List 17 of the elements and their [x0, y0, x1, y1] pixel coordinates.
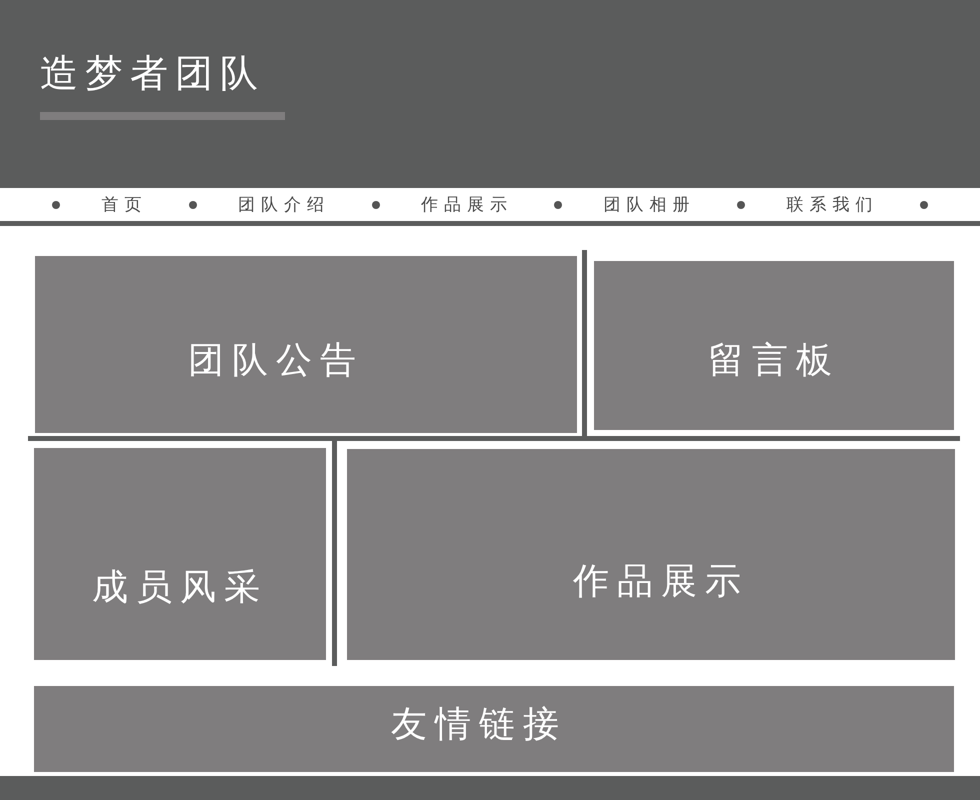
nav-link[interactable]: 作品展示 [420, 194, 513, 216]
nav-link[interactable]: 首页 [101, 194, 148, 216]
bullet-icon [52, 200, 60, 208]
bullet-icon [920, 200, 928, 208]
site-title: 造梦者团队 [40, 52, 265, 97]
bullet-icon [737, 200, 746, 208]
panel-title: 团队公告 [188, 338, 364, 382]
nav-link[interactable]: 联系我们 [786, 194, 879, 216]
panel-title: 成员风采 [92, 565, 268, 609]
panel-title: 友情链接 [391, 702, 567, 746]
bullet-icon [188, 200, 197, 208]
nav-link[interactable]: 团队介绍 [238, 194, 330, 216]
panel-title: 留言板 [708, 338, 840, 382]
panel-title: 作品展示 [573, 559, 749, 603]
bullet-icon [372, 200, 380, 208]
nav-link[interactable]: 团队相册 [604, 194, 696, 216]
bullet-icon [554, 200, 562, 208]
